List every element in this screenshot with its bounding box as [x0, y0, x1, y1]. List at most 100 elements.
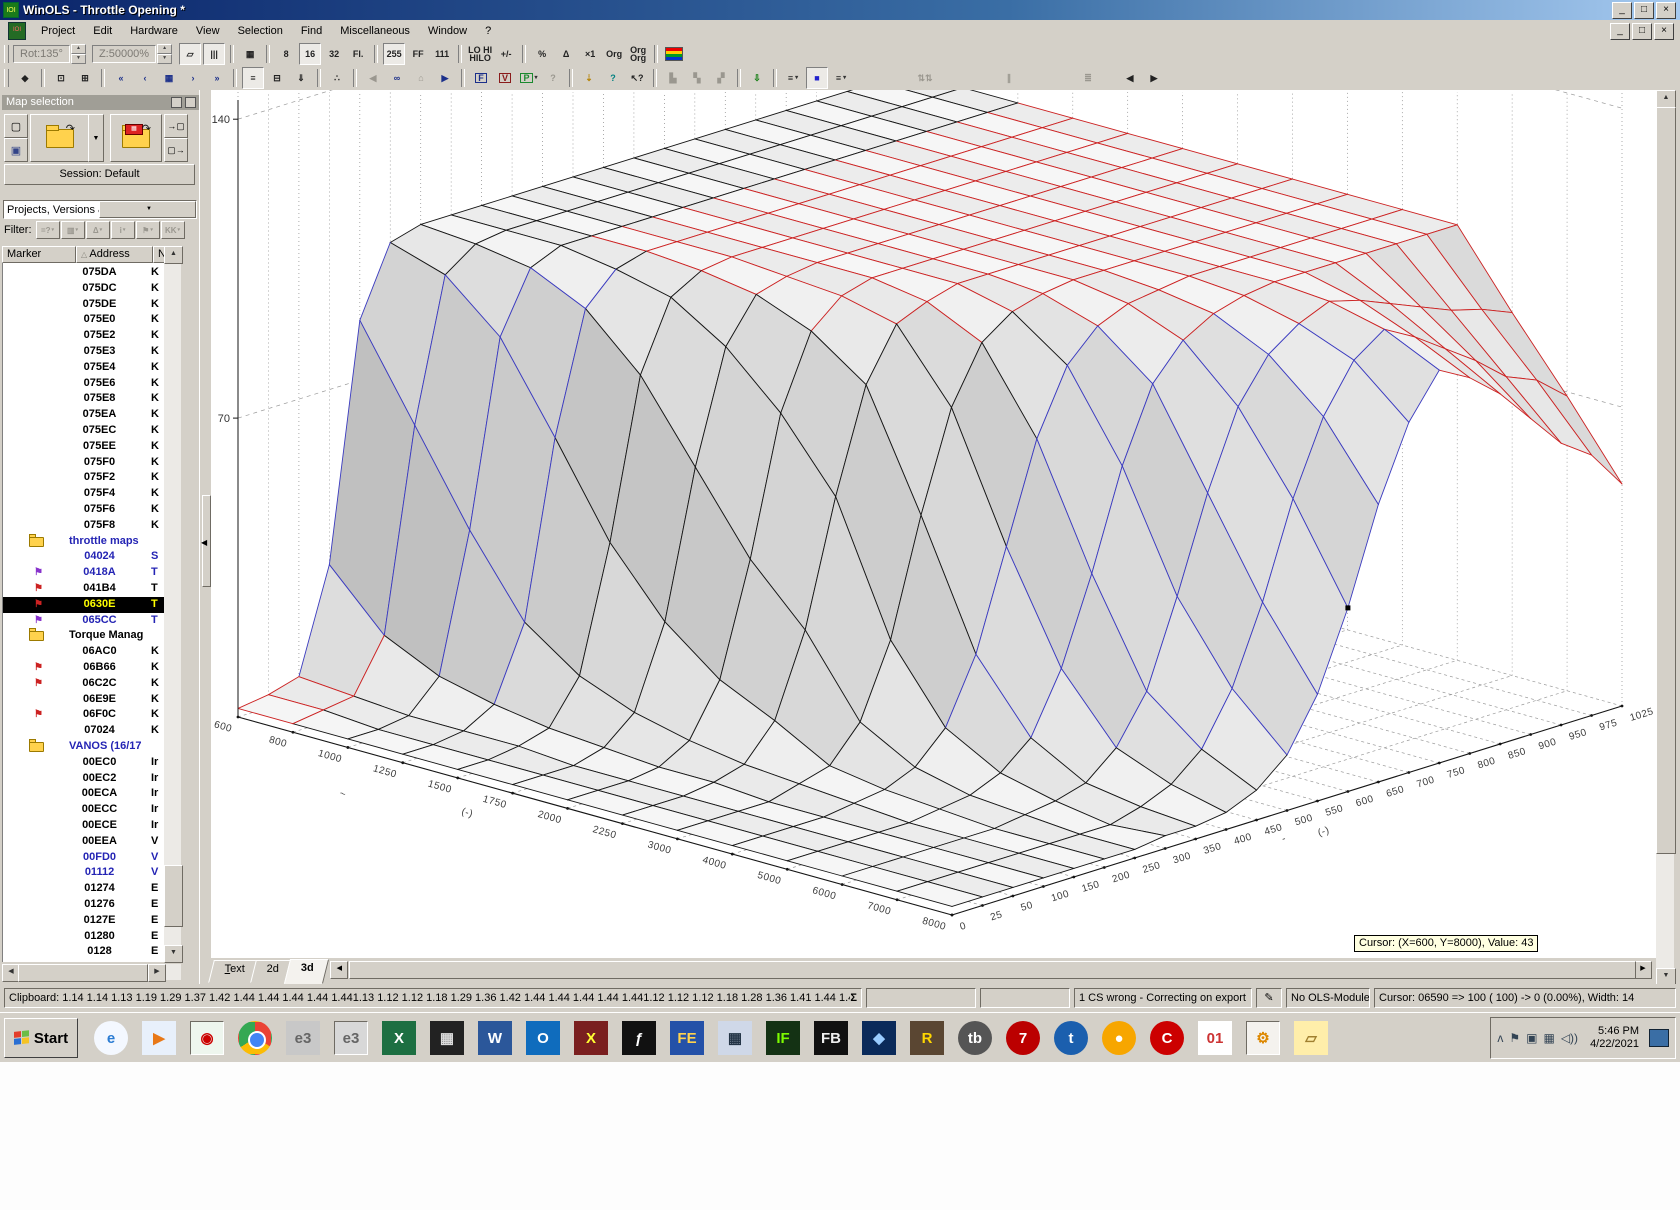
open-project-button[interactable]: ↷: [30, 114, 90, 162]
window-split-button[interactable]: ⊞: [74, 67, 96, 89]
internet-explorer-icon[interactable]: e: [94, 1021, 128, 1055]
map-list-row[interactable]: 00FD0V: [3, 850, 165, 866]
chrome-icon[interactable]: [238, 1021, 272, 1055]
start-button[interactable]: Start: [4, 1018, 78, 1058]
width-16-button[interactable]: 16: [299, 43, 321, 65]
filter-button-5[interactable]: KK▾: [161, 221, 185, 239]
vertical-scroll-thumb[interactable]: [164, 865, 183, 927]
mdi-minimize-button[interactable]: _: [1610, 23, 1630, 40]
import-project-button[interactable]: ▦↷: [110, 114, 162, 162]
map-list-row[interactable]: ⚑06C2CK: [3, 676, 165, 692]
map-list-row[interactable]: ⚑06B66K: [3, 660, 165, 676]
chart-stats-button[interactable]: ▞: [710, 67, 732, 89]
map-folder-row[interactable]: Torque Manag: [3, 628, 165, 644]
restore-button[interactable]: □: [1634, 2, 1654, 19]
list-dropdown-2-button[interactable]: ≡▾: [830, 67, 852, 89]
map-list-row[interactable]: ⚑065CCT: [3, 613, 165, 629]
byte-order-button[interactable]: LO HI HILO: [467, 43, 493, 65]
tray-icon-2[interactable]: ▦: [1543, 1031, 1554, 1045]
session-button[interactable]: Session: Default: [4, 164, 195, 185]
help-button[interactable]: ?: [602, 67, 624, 89]
map-list-row[interactable]: 075F4K: [3, 486, 165, 502]
menu-miscellaneous[interactable]: Miscellaneous: [331, 22, 419, 40]
winols-wrench-icon[interactable]: ⚙: [1246, 1021, 1280, 1055]
map-list-row[interactable]: 00ECCIr: [3, 802, 165, 818]
excel-icon[interactable]: X: [382, 1021, 416, 1055]
word-icon[interactable]: W: [478, 1021, 512, 1055]
map-list-row[interactable]: ⚑0418AT: [3, 565, 165, 581]
map-table-button[interactable]: ▦: [158, 67, 180, 89]
axis-settings-button[interactable]: ≣: [1077, 67, 1099, 89]
map-folder-row[interactable]: VANOS (16/17: [3, 739, 165, 755]
map-list-row[interactable]: 01274E: [3, 881, 165, 897]
magic-hat-button[interactable]: ◆: [14, 67, 36, 89]
filter-button-0[interactable]: =?▾: [36, 221, 60, 239]
map-list-row[interactable]: 07024K: [3, 723, 165, 739]
map-list-row[interactable]: ⚑06F0CK: [3, 707, 165, 723]
dropdown-caret-icon[interactable]: ▾: [795, 74, 798, 82]
map-list-row[interactable]: 075F8K: [3, 518, 165, 534]
grid-view-button[interactable]: ▦: [239, 43, 261, 65]
show-desktop-icon[interactable]: [1649, 1029, 1669, 1047]
original-button[interactable]: Org: [603, 43, 625, 65]
panel-close-button[interactable]: [185, 97, 196, 108]
export-map-button[interactable]: ⇓: [290, 67, 312, 89]
hex-p-button[interactable]: P▾: [518, 67, 540, 89]
tree-view-button[interactable]: ≡: [242, 67, 264, 89]
hex-f-button[interactable]: F: [470, 67, 492, 89]
chart-wand-button[interactable]: ▙: [662, 67, 684, 89]
width-32-button[interactable]: 32: [323, 43, 345, 65]
folder-icon[interactable]: ▱: [1294, 1021, 1328, 1055]
column-address[interactable]: △ Address: [76, 246, 153, 263]
tray-icon-3[interactable]: ◁)): [1561, 1031, 1578, 1045]
traffic-sign-icon[interactable]: ◉: [190, 1021, 224, 1055]
list-vertical-scrollbar[interactable]: ▲ ▼: [164, 246, 181, 962]
upload-button[interactable]: ⌂: [410, 67, 432, 89]
width-8-button[interactable]: 8: [275, 43, 297, 65]
zoom-spinner[interactable]: ▲▼: [157, 44, 172, 64]
zero-one-icon[interactable]: 01: [1198, 1021, 1232, 1055]
map-list-row[interactable]: 075E4K: [3, 360, 165, 376]
filter-button-3[interactable]: i▾: [111, 221, 135, 239]
menu-window[interactable]: Window: [419, 22, 476, 40]
security-icon[interactable]: C: [1150, 1021, 1184, 1055]
map-list-row[interactable]: 00ECAIr: [3, 786, 165, 802]
scroll-down-button[interactable]: ▼: [164, 945, 183, 963]
calculator-icon[interactable]: ▦: [718, 1021, 752, 1055]
map-list-row[interactable]: 01280E: [3, 929, 165, 945]
map-list-row[interactable]: 0128E: [3, 944, 165, 960]
map-list-row[interactable]: 075ECK: [3, 423, 165, 439]
map-list-row[interactable]: 04024S: [3, 549, 165, 565]
difference-button[interactable]: Δ: [555, 43, 577, 65]
map-list-row[interactable]: 075DCK: [3, 281, 165, 297]
original-compare-button[interactable]: Org Org: [627, 43, 649, 65]
toolbar-grip-2[interactable]: [4, 69, 9, 87]
wand-down-button[interactable]: ⇣: [578, 67, 600, 89]
display-hex-button[interactable]: FF: [407, 43, 429, 65]
go-first-button[interactable]: «: [110, 67, 132, 89]
map-list-row[interactable]: 075E6K: [3, 376, 165, 392]
open-project-dropdown[interactable]: ▼: [88, 114, 104, 162]
percent-button[interactable]: %: [531, 43, 553, 65]
filter-button-4[interactable]: ⚑▾: [136, 221, 160, 239]
map-extract-button[interactable]: ▢→: [164, 138, 188, 162]
rotation-field[interactable]: Rot:135° ▲▼: [13, 44, 86, 64]
view-3d-bars-button[interactable]: |||: [203, 43, 225, 65]
factor-button[interactable]: ×1: [579, 43, 601, 65]
footprints-button[interactable]: ∴: [326, 67, 348, 89]
media-player-icon[interactable]: ▶: [142, 1021, 176, 1055]
width-float-button[interactable]: Fl.: [347, 43, 369, 65]
surface-chart[interactable]: 7014060080010001250150017502000225030004…: [211, 90, 1656, 958]
map-list-row[interactable]: 06AC0K: [3, 644, 165, 660]
menu-edit[interactable]: Edit: [84, 22, 121, 40]
map-list-row[interactable]: 06E9EK: [3, 692, 165, 708]
save-button[interactable]: ▣: [4, 138, 28, 162]
tray-icon-1[interactable]: ▣: [1526, 1031, 1537, 1045]
tab-scroll-left-button[interactable]: ◀: [330, 961, 348, 979]
map-list-row[interactable]: 075F2K: [3, 470, 165, 486]
go-next-button[interactable]: ›: [182, 67, 204, 89]
chart-hscroll-thumb[interactable]: [349, 961, 1636, 979]
signature-icon[interactable]: ƒ: [622, 1021, 656, 1055]
binoculars-button[interactable]: ∞: [386, 67, 408, 89]
filter-button-2[interactable]: Δ▾: [86, 221, 110, 239]
